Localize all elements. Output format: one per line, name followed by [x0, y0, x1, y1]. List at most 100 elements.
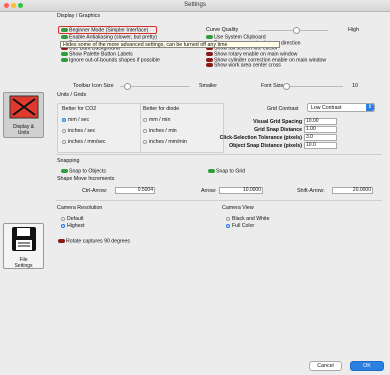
radio-label: mm / min: [149, 117, 171, 123]
radio-button[interactable]: [62, 139, 66, 144]
sidebar-display-label-2: Units: [17, 130, 30, 136]
toggle-switch[interactable]: [61, 52, 68, 57]
toggle-switch[interactable]: [61, 57, 68, 62]
grid-field-input[interactable]: 1.00: [304, 126, 337, 133]
camera-view-options: Black and White Full Color: [226, 216, 269, 230]
ok-button[interactable]: OK: [350, 361, 384, 371]
beginner-mode-toggle[interactable]: Beginner Mode (Simpler Interface): [61, 26, 149, 34]
toggle-switch[interactable]: [206, 57, 213, 62]
radio-option[interactable]: inches / mm/sec: [62, 137, 105, 148]
toolbar-icon-size-slider[interactable]: [120, 86, 190, 87]
grid-field-label: Visual Grid Spacing: [253, 119, 302, 125]
grid-fields: Visual Grid Spacing 10.00 Grid Snap Distan…: [200, 118, 350, 150]
radio-label: inches / min: [149, 128, 177, 134]
radio-option[interactable]: inches / mm/min: [143, 137, 187, 148]
diode-options: mm / min inches / min inches / mm/min: [143, 115, 187, 148]
grid-field-row: Object Snap Distance (pixels) 10.0: [200, 142, 350, 150]
sidebar-file-settings[interactable]: File Settings: [3, 223, 44, 269]
arrow-label: Arrow:: [201, 188, 217, 194]
sidebar-file-label-2: Settings: [14, 263, 33, 269]
radio-button[interactable]: [226, 223, 230, 228]
toggle-switch[interactable]: [206, 35, 213, 39]
radio-option[interactable]: Full Color: [226, 223, 269, 230]
camera-resolution-header: Camera Resolution: [57, 205, 103, 211]
arrow-input[interactable]: 10.0000: [219, 187, 263, 194]
option-row[interactable]: Show work area center cross: [206, 63, 326, 69]
radio-option[interactable]: mm / min: [143, 115, 187, 126]
grid-contrast-select[interactable]: Low Contrast ⇕: [307, 103, 375, 112]
rotate-captures-toggle[interactable]: Rotate captures 90 degrees: [58, 239, 130, 245]
camera-resolution-options: Default Highest: [61, 216, 85, 230]
floppy-disk-icon: [11, 227, 36, 251]
divider-1: [56, 154, 382, 155]
beginner-mode-label: Beginner Mode (Simpler Interface): [69, 26, 149, 33]
shift-arrow-input[interactable]: 20.0000: [332, 187, 373, 194]
toolbar-icon-size-knob[interactable]: [123, 83, 131, 90]
snap-objects-label: Snap to Objects: [69, 168, 106, 175]
toggle-switch[interactable]: [206, 52, 213, 57]
radio-button[interactable]: [61, 216, 65, 221]
grid-field-label: Grid Snap Distance: [254, 127, 302, 133]
radio-label: inches / sec: [68, 128, 96, 134]
font-size-value: 10: [352, 83, 358, 89]
font-size-slider[interactable]: [283, 86, 343, 87]
snap-grid-switch[interactable]: [208, 169, 215, 173]
snap-objects-toggle[interactable]: Snap to Objects: [61, 169, 106, 175]
toolbar-icon-size-value: Smaller: [199, 83, 217, 89]
toolbar-icon-size-label: Toolbar Icon Size: [73, 83, 114, 89]
snapping-header: Snapping: [57, 158, 80, 164]
option-label: Ignore out-of-bounds shapes if possible: [69, 57, 160, 64]
co2-options: mm / sec inches / sec inches / mm/sec: [62, 115, 105, 148]
snap-grid-toggle[interactable]: Snap to Grid: [208, 169, 245, 175]
diode-header: Better for diode: [143, 106, 180, 112]
radio-button[interactable]: [226, 216, 230, 221]
option-label: Show work area center cross: [214, 62, 281, 69]
radio-option[interactable]: Default: [61, 216, 85, 223]
grid-field-input[interactable]: 3.0: [304, 134, 337, 141]
radio-button[interactable]: [62, 117, 66, 122]
curve-quality-knob[interactable]: [293, 27, 300, 34]
grid-field-input[interactable]: 10.0: [304, 142, 337, 149]
font-size-label: Font Size: [261, 83, 284, 89]
window-title: Settings: [184, 2, 206, 8]
grid-field-input[interactable]: 10.00: [304, 118, 337, 125]
radio-option[interactable]: inches / sec: [62, 126, 105, 137]
ctrl-arrow-input[interactable]: 0.5004: [115, 187, 155, 194]
radio-option[interactable]: mm / sec: [62, 115, 105, 126]
units-grids-header: Units / Grids: [57, 92, 87, 98]
radio-button[interactable]: [143, 128, 147, 133]
radio-button[interactable]: [143, 117, 147, 122]
cancel-button[interactable]: Cancel: [309, 361, 342, 371]
rotate-captures-switch[interactable]: [58, 239, 65, 243]
radio-label: inches / mm/min: [149, 139, 187, 145]
snap-objects-switch[interactable]: [61, 169, 68, 173]
grid-field-row: Click-Selection Tolerance (pixels) 3.0: [200, 134, 350, 142]
font-size-knob[interactable]: [282, 83, 290, 90]
radio-option[interactable]: Highest: [61, 223, 85, 230]
toggle-switch[interactable]: [61, 35, 68, 39]
beginner-mode-switch[interactable]: [61, 27, 68, 32]
option-row[interactable]: Ignore out-of-bounds shapes if possible: [61, 57, 160, 64]
radio-button[interactable]: [143, 139, 147, 144]
toggle-switch[interactable]: [206, 63, 213, 68]
divider-2: [56, 200, 382, 201]
display-graphics-header: Display / Graphics: [57, 13, 100, 19]
grid-contrast-label: Grid Contrast: [267, 106, 299, 112]
ctrl-arrow-label: Ctrl-Arrow:: [82, 188, 108, 194]
radio-label: Default: [67, 216, 84, 222]
radio-label: inches / mm/sec: [68, 139, 106, 145]
shape-move-header: Shape Move Increments: [57, 176, 115, 182]
sidebar-display-units[interactable]: Display & Units: [3, 92, 44, 138]
grid-field-row: Visual Grid Spacing 10.00: [200, 118, 350, 126]
beginner-mode-tooltip: Hides some of the more advanced settings…: [60, 41, 280, 48]
chevron-down-icon: ⇕: [366, 104, 374, 111]
radio-option[interactable]: inches / min: [143, 126, 187, 137]
radio-option[interactable]: Black and White: [226, 216, 269, 223]
radio-label: Full Color: [232, 223, 255, 229]
radio-button[interactable]: [61, 223, 65, 228]
radio-label: Highest: [67, 223, 85, 229]
shift-arrow-label: Shift-Arrow:: [297, 188, 325, 194]
radio-label: Black and White: [232, 216, 270, 222]
radio-button[interactable]: [62, 128, 66, 133]
curve-quality-label: Curve Quality: [206, 27, 239, 33]
